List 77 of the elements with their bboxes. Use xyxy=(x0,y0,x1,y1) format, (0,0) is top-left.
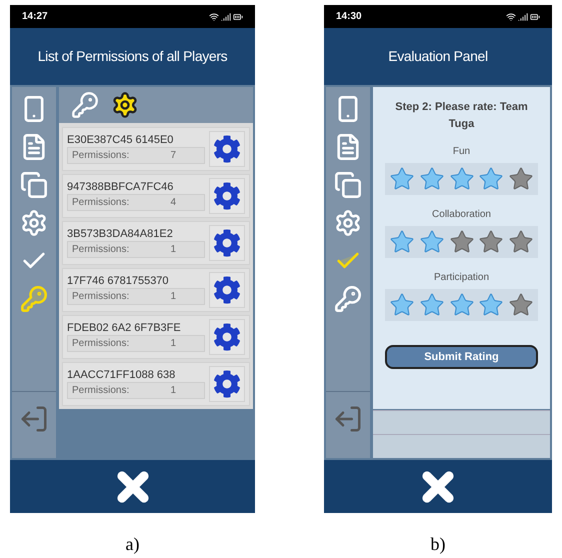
signal-icon xyxy=(221,12,231,22)
key-icon[interactable] xyxy=(20,285,48,313)
wifi-icon xyxy=(506,12,516,22)
wifi-icon xyxy=(209,12,219,22)
star-icon xyxy=(508,229,534,255)
player-row[interactable]: 947388BBFCA7FC46 Permissions: 4 xyxy=(62,174,250,218)
step-heading: Step 2: Please rate: Team Tuga xyxy=(394,100,529,132)
signal-icon xyxy=(518,12,528,22)
star-icon xyxy=(478,229,504,255)
star-icon xyxy=(448,166,474,192)
clock-text: 14:27 xyxy=(22,10,48,24)
star-icon xyxy=(448,229,474,255)
cards-icon[interactable] xyxy=(20,171,48,199)
player-id: 1AACC71FF1088 638 xyxy=(67,368,176,382)
star-rating[interactable] xyxy=(385,289,538,321)
star-icon xyxy=(448,292,474,318)
settings-button[interactable] xyxy=(209,225,245,261)
star-rating[interactable] xyxy=(385,163,538,195)
settings-icon xyxy=(213,135,241,163)
permissions-label: Permissions: xyxy=(72,149,130,164)
star-icon xyxy=(389,292,415,318)
star-icon xyxy=(478,292,504,318)
settings-icon xyxy=(213,276,241,304)
settings-icon xyxy=(213,323,241,351)
star-icon xyxy=(389,166,415,192)
player-id: E30E387C45 6145E0 xyxy=(67,134,174,148)
figure-caption: b) xyxy=(430,533,446,556)
permissions-label: Permissions: xyxy=(72,337,130,352)
clock-text: 14:30 xyxy=(336,10,362,24)
exit-icon[interactable] xyxy=(19,404,49,434)
permissions-count: 1 xyxy=(170,337,176,352)
settings-icon xyxy=(213,370,241,398)
star-icon xyxy=(508,292,534,318)
settings-button[interactable] xyxy=(209,366,245,402)
cards-icon[interactable] xyxy=(334,171,362,199)
settings-icon xyxy=(213,182,241,210)
permissions-count: 1 xyxy=(170,290,176,304)
permissions-count: 1 xyxy=(170,384,176,398)
player-row[interactable]: E30E387C45 6145E0 Permissions: 7 xyxy=(62,127,250,171)
star-icon xyxy=(418,229,445,255)
rating-label: Fun xyxy=(452,145,470,159)
star-icon xyxy=(508,166,534,192)
permissions-label: Permissions: xyxy=(72,290,130,304)
figure-caption: a) xyxy=(126,533,140,556)
screen-title: List of Permissions of all Players xyxy=(38,47,228,66)
submit-button[interactable]: Submit Rating xyxy=(385,345,538,369)
player-id: 17F746 6781755370 xyxy=(67,274,170,288)
permissions-label: Permissions: xyxy=(72,384,130,398)
battery-icon xyxy=(233,12,243,22)
settings-icon xyxy=(213,229,241,257)
player-row[interactable]: 1AACC71FF1088 638 Permissions: 1 xyxy=(62,362,250,406)
rating-label: Collaboration xyxy=(432,208,491,222)
permissions-count: 4 xyxy=(170,196,176,210)
exit-icon[interactable] xyxy=(333,404,363,434)
screen-title: Evaluation Panel xyxy=(388,47,488,66)
player-row[interactable]: 3B573B3DA84A81E2 Permissions: 1 xyxy=(62,221,250,265)
player-id: 3B573B3DA84A81E2 xyxy=(67,228,174,242)
star-icon xyxy=(389,229,415,255)
settings-button[interactable] xyxy=(209,178,245,214)
star-icon xyxy=(418,166,445,192)
player-row[interactable]: FDEB02 6A2 6F7B3FE Permissions: 1 xyxy=(62,315,250,359)
battery-icon xyxy=(530,12,540,22)
settings-button[interactable] xyxy=(209,131,245,167)
permissions-count: 7 xyxy=(170,149,176,164)
player-row[interactable]: 17F746 6781755370 Permissions: 1 xyxy=(62,268,250,312)
player-id: 947388BBFCA7FC46 xyxy=(67,180,174,194)
star-icon xyxy=(478,166,504,192)
player-id: FDEB02 6A2 6F7B3FE xyxy=(67,322,182,336)
permissions-label: Permissions: xyxy=(72,243,130,258)
settings-button[interactable] xyxy=(209,319,245,355)
settings-button[interactable] xyxy=(209,272,245,308)
settings-icon[interactable] xyxy=(111,91,139,119)
permissions-count: 1 xyxy=(170,243,176,258)
permissions-label: Permissions: xyxy=(72,196,130,210)
star-icon xyxy=(418,292,445,318)
star-rating[interactable] xyxy=(385,226,538,258)
rating-label: Participation xyxy=(434,271,490,285)
